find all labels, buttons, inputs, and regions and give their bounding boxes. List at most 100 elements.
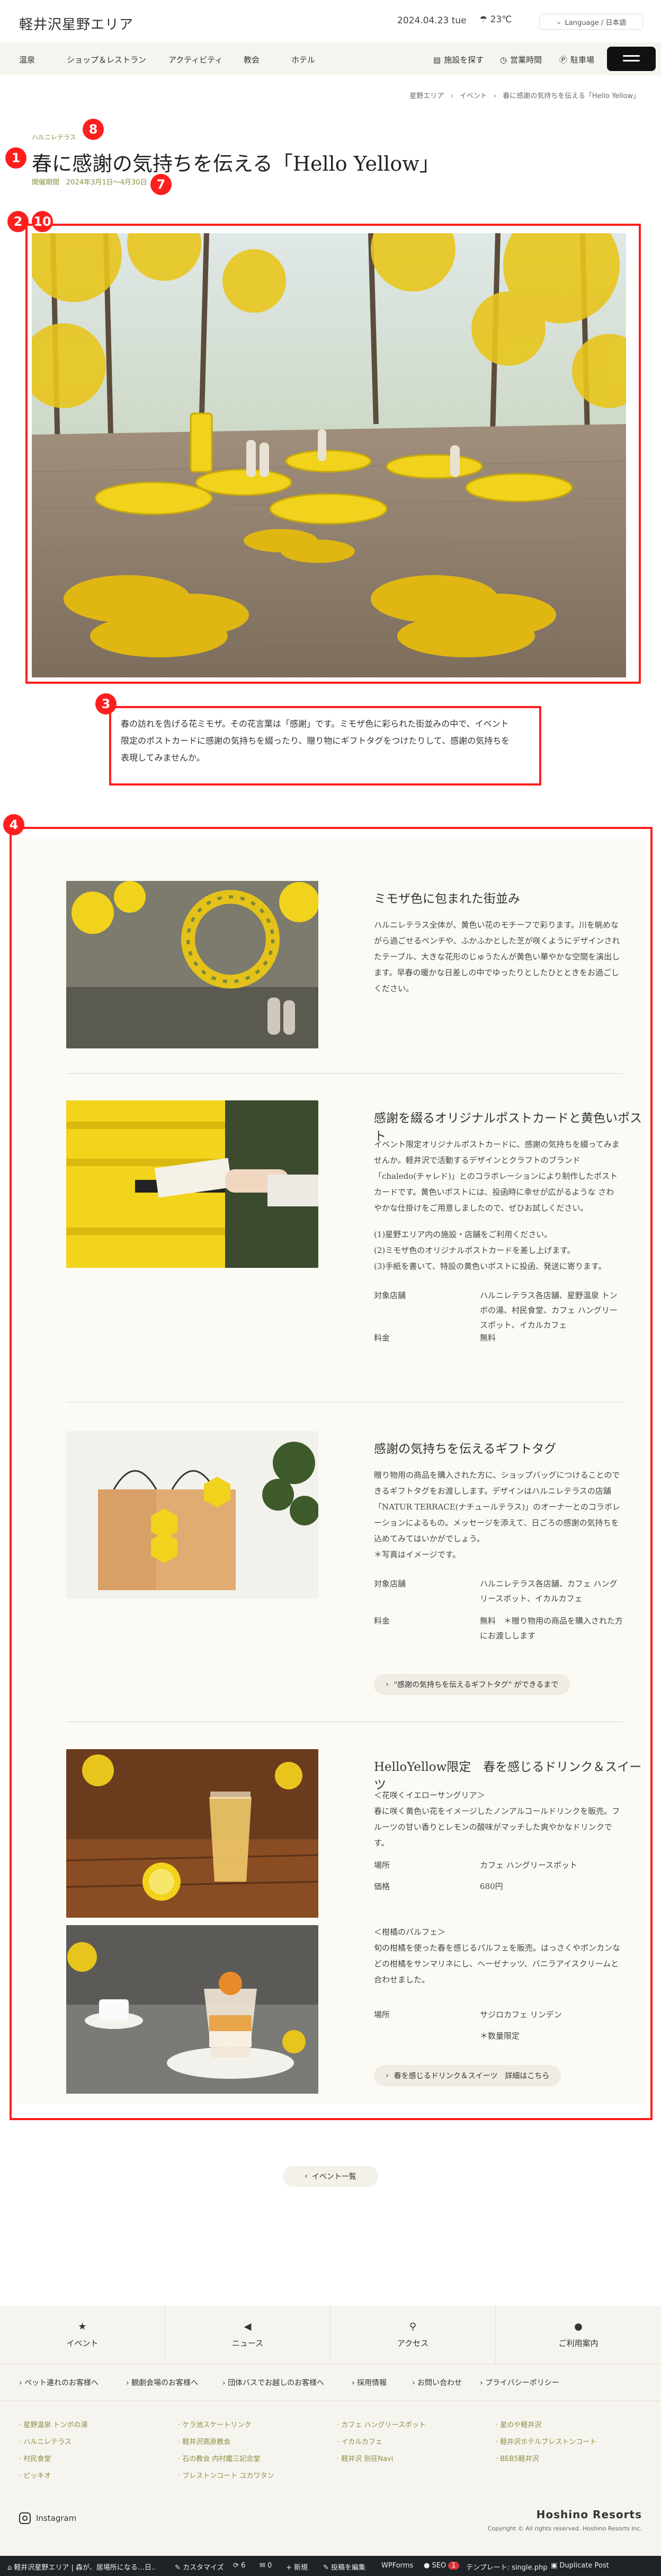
footer-news-link[interactable]: ◀ ニュース [165,2306,330,2364]
row-value: ハルニレテラス各店舗、星野温泉 トンボの湯、村民食堂、カフェ ハングリースポット… [480,1291,618,1330]
brand-logo[interactable]: Hoshino Resorts [537,2508,642,2521]
footer-events-link[interactable]: ★ イベント [0,2306,165,2364]
breadcrumb-current: 春に感謝の気持ちを伝える「Hello Yellow」 [503,92,640,100]
section-title: 感謝の気持ちを伝えるギフトタグ [374,1442,557,1456]
wp-edit-post[interactable]: ✎ 投稿を編集 [323,2562,365,2572]
page-title: 春に感謝の気持ちを伝える「Hello Yellow」 [32,152,440,175]
hours-link[interactable]: ◷ 営業時間 [500,54,542,65]
row-label: 料金 [374,1616,390,1626]
parfait-photo [66,1925,318,2094]
wp-site-link[interactable]: ⌂ 軽井沢星野エリア | 森が、居場所になる…日.. [7,2562,156,2572]
section-note: ＊写真はイメージです。 [374,1550,461,1559]
wp-new[interactable]: + 新規 [286,2562,308,2572]
gift-tag-story-button[interactable]: › "感謝の気持ちを伝えるギフトタグ" ができるまで [374,1674,570,1695]
row-label: 場所 [374,1860,390,1870]
wp-template[interactable]: テンプレート: single.php [466,2562,547,2572]
row-value: ハルニレテラス各店舗、カフェ ハングリースポット、イカルカフェ [480,1579,618,1603]
temperature: 23℃ [490,14,512,25]
row-value: カフェ ハングリースポット [480,1860,578,1870]
breadcrumb-home[interactable]: 星野エリア [409,92,444,100]
parking-link[interactable]: Ⓟ 駐車場 [559,54,594,65]
annotation-marker: 4 [3,814,24,835]
language-selector[interactable]: ⌄ Language / 日本語 [539,14,643,30]
facility-link[interactable]: · 星野温泉 トンボの湯 [19,2419,87,2429]
wp-admin-bar: ⌂ 軽井沢星野エリア | 森が、居場所になる…日.. ✎ カスタマイズ ⟳ 6 … [0,2556,661,2576]
book-icon: ▤ [433,55,441,65]
nav-onsen[interactable]: 温泉 [19,54,35,65]
facility-link[interactable]: · カフェ ハングリースポット [337,2419,426,2429]
drink-sweets-detail-button[interactable]: › 春を感じるドリンク＆スイーツ 詳細はこちら [374,2065,561,2086]
nav-church[interactable]: 教会 [244,54,260,65]
parking-icon: Ⓟ [559,55,568,65]
section-divider [66,1073,622,1074]
nav-activity[interactable]: アクティビティ [168,54,222,65]
event-list-button[interactable]: ‹ イベント一覧 [283,2166,378,2187]
wp-wpforms[interactable]: WPForms [381,2562,413,2570]
sangria-photo [66,1749,318,1918]
section-body: ハルニレテラス全体が、黄色い花のモチーフで彩ります。川を眺めながら過ごせるベンチ… [374,920,620,993]
event-period: 開催期間 2024年3月1日～4月30日 [32,179,147,187]
facility-link[interactable]: · 軽井沢ホテルブレストンコート [496,2436,596,2446]
section-image-drink [66,1749,318,1918]
event-category[interactable]: ハルニレテラス [32,133,76,142]
section-image-parfait [66,1925,318,2094]
nav-shop-restaurant[interactable]: ショップ＆レストラン [67,54,146,65]
wp-duplicate-post[interactable]: ▣ Duplicate Post [551,2562,609,2570]
breadcrumb: 星野エリア › イベント › 春に感謝の気持ちを伝える「Hello Yellow… [409,92,640,100]
row-label: 料金 [374,1333,390,1343]
nav-hotel[interactable]: ホテル [291,54,315,65]
annotation-marker: 7 [150,174,172,195]
section-note-3: (3)手紙を書いて、特設の黄色いポストに投函、発送に寄ります。 [374,1261,606,1271]
weather: ☂ 23℃ [479,14,512,25]
footer-link[interactable]: › ペット連れのお客様へ [19,2377,99,2388]
breadcrumb-events[interactable]: イベント [460,92,487,100]
megaphone-icon: ◀ [244,2321,252,2332]
site-title[interactable]: 軽井沢星野エリア [19,14,133,33]
hamburger-menu-button[interactable] [607,47,656,71]
copyright: Copyright © All rights reserved. Hoshino… [487,2525,642,2532]
facility-link[interactable]: · 石の教会 内村鑑三記念堂 [178,2453,260,2463]
footer-link[interactable]: › 団体バスでお越しのお客様へ [222,2377,324,2388]
annotation-marker: 10 [32,211,53,232]
facility-link[interactable]: · ブレストンコート ユカワタン [178,2470,274,2480]
facility-link[interactable]: · 軽井沢高原教会 [178,2436,230,2446]
footer-link[interactable]: › 採用情報 [352,2377,387,2388]
wp-comments[interactable]: ✉ 0 [260,2562,272,2570]
top-header: 軽井沢星野エリア 2024.04.23 tue ☂ 23℃ ⌄ Language… [0,0,661,42]
hero-photo [32,233,626,677]
facility-link[interactable]: · ピッキオ [19,2470,51,2480]
row-label: 対象店舗 [374,1579,406,1589]
chevron-right-icon: › [386,2071,389,2080]
annotation-marker: 1 [5,147,26,169]
facility-link[interactable]: · イカルカフェ [337,2436,382,2446]
facility-search-link[interactable]: ▤ 施設を探す [433,54,484,65]
footer-access-link[interactable]: ⚲ アクセス [330,2306,496,2364]
instagram-icon [19,2512,31,2524]
wp-updates[interactable]: ⟳ 6 [233,2562,245,2570]
footer-link[interactable]: › お問い合わせ [412,2377,462,2388]
facility-link[interactable]: · 村民食堂 [19,2453,51,2463]
wp-seo[interactable]: ● SEO 1 [424,2562,459,2570]
facility-link[interactable]: · ケラ池スケートリンク [178,2419,251,2429]
annotation-marker: 3 [95,693,117,714]
section-image-postcard [66,1100,318,1268]
facility-link[interactable]: · ハルニレテラス [19,2436,72,2446]
facility-link[interactable]: · BEB5軽井沢 [496,2453,539,2463]
gift-bag-photo [66,1431,318,1599]
section-image-mimosa-street [66,881,318,1048]
facility-link[interactable]: · 軽井沢 別荘Navi [337,2453,393,2463]
footer-link[interactable]: › 観劇会場のお客様へ [126,2377,198,2388]
wp-customize[interactable]: ✎ カスタマイズ [175,2562,224,2572]
section-note-2: (2)ミモザ色のオリジナルポストカードを差し上げます。 [374,1246,575,1255]
section-subtitle: ＜柑橘のパルフェ＞ [374,1927,446,1937]
chevron-left-icon: ‹ [305,2172,308,2181]
current-date: 2024.04.23 tue [397,15,467,26]
mimosa-wreath-photo [66,881,318,1048]
footer: ★ イベント ◀ ニュース ⚲ アクセス ● ご利用案内 › ペット連れのお客様… [0,2306,661,2576]
footer-guide-link[interactable]: ● ご利用案内 [496,2306,661,2364]
row-value: 680円 [480,1882,503,1891]
instagram-link[interactable]: Instagram [19,2512,76,2524]
person-icon: ● [574,2321,583,2332]
facility-link[interactable]: · 星のや軽井沢 [496,2419,541,2429]
footer-link[interactable]: › プライバシーポリシー [480,2377,559,2388]
